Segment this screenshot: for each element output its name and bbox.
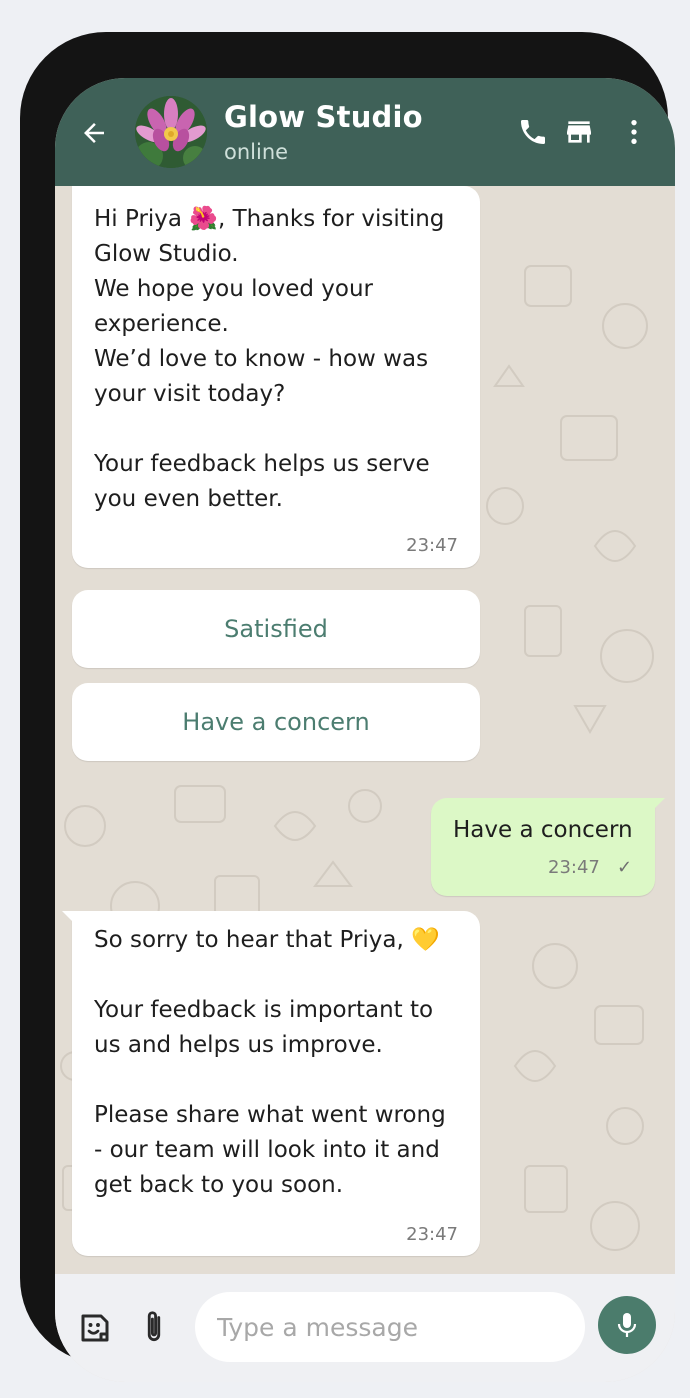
message-time: 23:47 bbox=[548, 857, 600, 878]
bubble-tail bbox=[62, 911, 76, 925]
chat-header: Glow Studio online bbox=[55, 78, 675, 186]
quick-reply-have-a-concern[interactable]: Have a concern bbox=[72, 683, 480, 761]
sticker-icon[interactable] bbox=[77, 1310, 113, 1346]
contact-status: online bbox=[224, 140, 289, 164]
avatar[interactable] bbox=[135, 96, 207, 168]
store-icon[interactable] bbox=[563, 116, 595, 148]
message-input[interactable] bbox=[195, 1292, 585, 1362]
lotus-flower-icon bbox=[135, 96, 207, 168]
sent-check-icon: ✓ bbox=[617, 857, 633, 878]
contact-name[interactable]: Glow Studio bbox=[224, 100, 423, 134]
chat-screen: Glow Studio online Hi Priya 🌺, Thanks fo… bbox=[55, 78, 675, 1382]
chat-area[interactable]: Hi Priya 🌺, Thanks for visiting Glow Stu… bbox=[55, 186, 675, 1274]
phone-frame: Glow Studio online Hi Priya 🌺, Thanks fo… bbox=[20, 32, 675, 1382]
more-vert-icon[interactable] bbox=[618, 116, 650, 148]
mic-icon bbox=[617, 1313, 637, 1337]
back-arrow-icon[interactable] bbox=[79, 118, 109, 148]
attachment-icon[interactable] bbox=[139, 1308, 169, 1346]
incoming-message[interactable]: Hi Priya 🌺, Thanks for visiting Glow Stu… bbox=[72, 186, 480, 568]
message-text: Hi Priya 🌺, Thanks for visiting Glow Stu… bbox=[94, 206, 445, 512]
message-text: Have a concern bbox=[453, 817, 633, 843]
bubble-tail bbox=[651, 798, 665, 812]
outgoing-message[interactable]: Have a concern 23:47 ✓ bbox=[431, 798, 665, 896]
incoming-message[interactable]: So sorry to hear that Priya, 💛 Your feed… bbox=[62, 911, 480, 1256]
message-text: So sorry to hear that Priya, 💛 Your feed… bbox=[94, 927, 446, 1198]
message-time: 23:47 bbox=[406, 535, 458, 556]
mic-button[interactable] bbox=[598, 1296, 656, 1354]
phone-icon[interactable] bbox=[517, 116, 549, 148]
composer-bar bbox=[55, 1274, 675, 1382]
message-time: 23:47 bbox=[406, 1224, 458, 1245]
quick-reply-satisfied[interactable]: Satisfied bbox=[72, 590, 480, 668]
